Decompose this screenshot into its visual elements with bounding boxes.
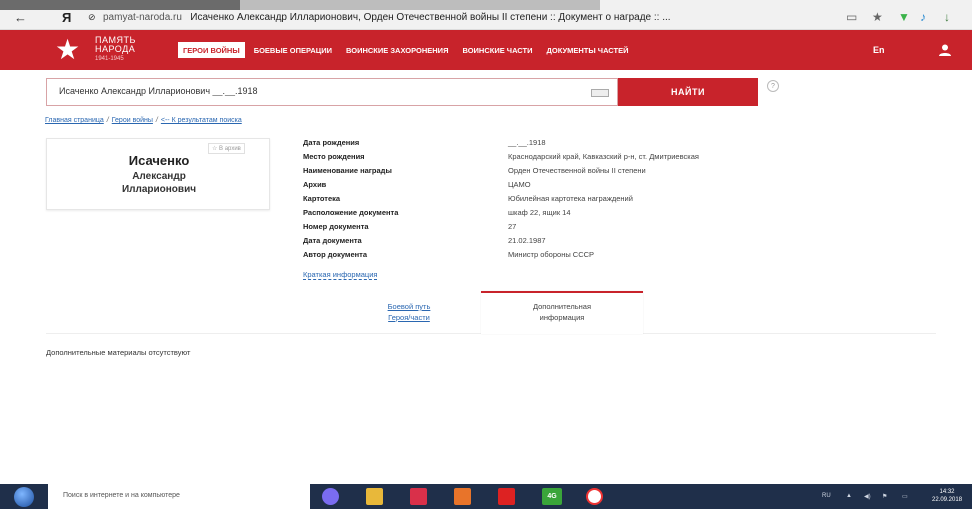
logo-years: 1941-1945 [95,56,124,62]
detail-value: Краснодарский край, Кавказский р-н, ст. … [508,152,699,161]
bookmark-star-icon[interactable]: ★ [872,10,883,24]
short-info-link[interactable]: Краткая информация [303,270,378,280]
search-button[interactable]: НАЙТИ [618,78,758,106]
browser-toolbar: ← Я ⊘ pamyat-naroda.ru Исаченко Александ… [0,0,972,30]
main-nav: ГЕРОИ ВОЙНЫ БОЕВЫЕ ОПЕРАЦИИ ВОИНСКИЕ ЗАХ… [178,42,638,58]
site-header: ★ ПАМЯТЬ НАРОДА 1941-1945 ГЕРОИ ВОЙНЫ БО… [0,30,972,70]
tray-chevron-icon[interactable]: ▲ [846,493,852,499]
detail-value: Юбилейная картотека награждений [508,194,633,203]
hero-card: ☆ В архив Исаченко Александр Илларионови… [46,138,270,210]
start-button[interactable] [14,487,34,507]
tab-additional-line1: Дополнительная [532,302,592,311]
windows-taskbar: Поиск в интернете и на компьютере 4G RU … [0,484,972,509]
system-clock[interactable]: 14:32 22.09.2018 [932,488,962,504]
window-edge [0,0,240,10]
tab-combat-path-line1: Боевой путь [387,302,431,311]
detail-label: Архив [303,180,327,189]
yandex-logo-button[interactable]: Я [62,10,71,25]
site-logo[interactable]: ПАМЯТЬ НАРОДА [95,36,136,54]
tab-additional-line2: информация [539,313,585,322]
tabs-icon[interactable]: ▭ [846,10,857,24]
detail-value: шкаф 22, ящик 14 [508,208,571,217]
clock-time: 14:32 [939,489,955,495]
detail-value: 27 [508,222,517,231]
breadcrumb: Главная страница / Герои войны / <-- К резул… [45,117,242,124]
4g-icon[interactable]: 4G [542,488,562,505]
nav-burials[interactable]: ВОИНСКИЕ ЗАХОРОНЕНИЯ [341,42,453,58]
input-language[interactable]: RU [822,493,831,499]
help-icon[interactable]: ? [767,80,779,92]
clock-date: 22.09.2018 [932,497,963,503]
detail-label: Дата рождения [303,138,360,147]
language-switch[interactable]: En [873,45,885,55]
media-player-icon[interactable] [454,488,471,505]
detail-value: Орден Отечественной войны II степени [508,166,646,175]
detail-value: __.__.1918 [508,138,546,147]
cortana-icon[interactable] [322,488,339,505]
volume-icon[interactable]: ◀) [864,493,871,500]
user-icon[interactable] [938,43,952,57]
nav-heroes[interactable]: ГЕРОИ ВОЙНЫ [178,42,245,58]
breadcrumb-home[interactable]: Главная страница [45,117,104,124]
network-icon[interactable]: ▭ [902,493,908,500]
star-logo-icon[interactable]: ★ [55,33,80,67]
logo-line-2: НАРОДА [95,44,136,54]
search-input[interactable] [59,86,579,96]
page-title: Исаченко Александр Илларионович, Орден О… [190,12,671,23]
tab-combat-path[interactable]: Боевой путь Героя/части [372,301,446,323]
flag-icon[interactable]: ⚑ [882,493,887,500]
shield-icon[interactable]: ▼ [898,10,910,24]
detail-label: Картотека [303,194,341,203]
file-explorer-icon[interactable] [366,488,383,505]
detail-value: ЦАМО [508,180,531,189]
yandex-browser-icon[interactable] [586,488,603,505]
nav-unit-documents[interactable]: ДОКУМЕНТЫ ЧАСТЕЙ [542,42,634,58]
nav-operations[interactable]: БОЕВЫЕ ОПЕРАЦИИ [249,42,337,58]
lock-icon: ⊘ [88,12,96,22]
yandex-icon[interactable] [498,488,515,505]
no-materials-text: Дополнительные материалы отсутствуют [46,348,191,357]
hero-last-name: Исаченко [128,153,190,168]
nav-units[interactable]: ВОИНСКИЕ ЧАСТИ [457,42,537,58]
kazakh-app-icon[interactable] [410,488,427,505]
keyboard-icon[interactable] [591,89,609,97]
detail-label: Наименование награды [303,166,392,175]
tab-additional-info[interactable]: Дополнительная информация [481,291,643,334]
tab-strip [240,0,600,10]
detail-value: 21.02.1987 [508,236,546,245]
back-to-results-link[interactable]: <-- К результатам поиска [161,117,242,124]
hero-first-name: Александр [132,171,186,182]
detail-label: Расположение документа [303,208,399,217]
address-domain: pamyat-naroda.ru [103,12,182,23]
hero-middle-name: Илларионович [121,184,197,195]
extension-icon[interactable]: ♪ [920,10,926,24]
download-icon[interactable]: ↓ [944,10,950,24]
detail-label: Дата документа [303,236,362,245]
detail-value: Министр обороны СССР [508,250,595,259]
search-box [46,78,618,106]
address-bar[interactable]: pamyat-naroda.ru Исаченко Александр Илла… [103,12,671,23]
detail-label: Место рождения [303,152,365,161]
tab-combat-path-line2: Героя/части [388,313,430,322]
detail-label: Автор документа [303,250,368,259]
taskbar-search-text: Поиск в интернете и на компьютере [63,492,180,499]
arrow-left-icon[interactable]: ← [14,10,27,25]
breadcrumb-heroes[interactable]: Герои войны [112,117,153,124]
detail-label: Номер документа [303,222,369,231]
